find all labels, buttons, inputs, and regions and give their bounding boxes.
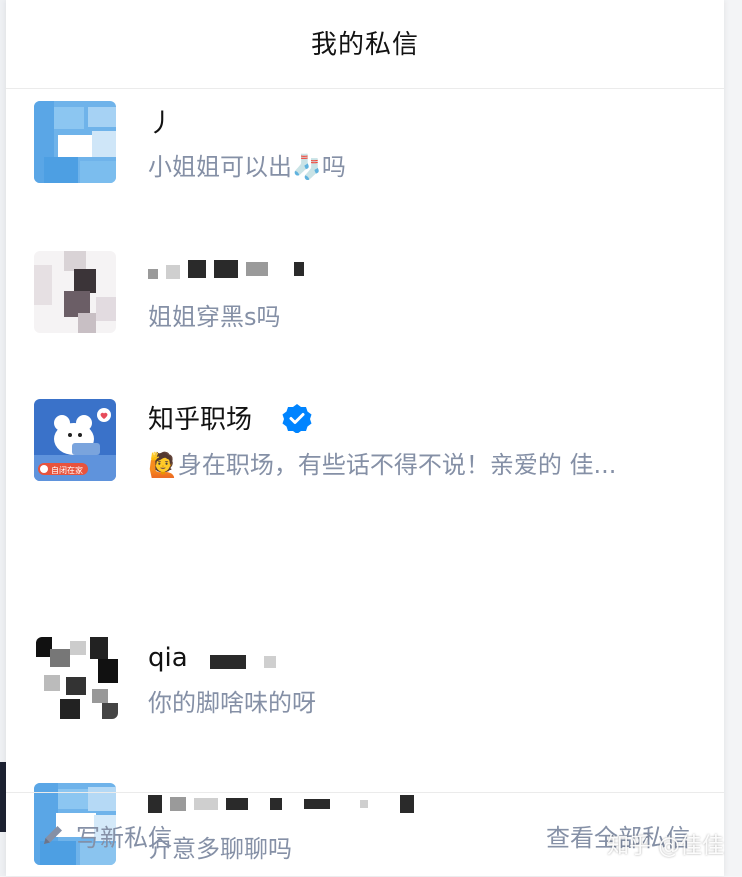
message-preview: 小姐姐可以出🧦吗 bbox=[148, 153, 346, 181]
avatar[interactable] bbox=[34, 251, 116, 333]
messages-popup: 我的私信 丿 小姐姐可以出🧦吗 姐姐穿黑s吗 自闭在家 知乎职场 🙋身在职场，有… bbox=[6, 0, 724, 876]
blurred-avatar-icon bbox=[34, 251, 116, 333]
blurred-sender-name bbox=[148, 259, 304, 279]
pencil-icon bbox=[44, 826, 62, 844]
zhihu-career-avatar[interactable]: 自闭在家 bbox=[34, 399, 116, 481]
message-item[interactable]: 姐姐穿黑s吗 bbox=[6, 239, 724, 369]
avatar[interactable] bbox=[34, 101, 116, 183]
message-preview: 姐姐穿黑s吗 bbox=[148, 303, 281, 331]
watermark: 知乎 @佳佳 bbox=[607, 834, 724, 859]
avatar-badge-text: 自闭在家 bbox=[51, 465, 83, 475]
compose-message-label: 写新私信 bbox=[76, 823, 172, 852]
sender-name: 知乎职场 bbox=[148, 405, 253, 435]
blurred-sender-name-suffix bbox=[210, 655, 276, 669]
message-item[interactable]: qia 你的脚啥味的呀 bbox=[6, 535, 724, 719]
sender-name: qia bbox=[148, 643, 188, 673]
cartoon-bear-icon: 自闭在家 bbox=[34, 399, 116, 481]
message-item[interactable]: 丿 小姐姐可以出🧦吗 bbox=[6, 89, 724, 219]
verified-badge-icon bbox=[282, 404, 312, 433]
message-preview: 🙋身在职场，有些话不得不说！亲爱的 佳... bbox=[148, 451, 617, 479]
popup-title: 我的私信 bbox=[310, 29, 419, 60]
compose-message-button[interactable]: 写新私信 bbox=[40, 818, 172, 853]
blurred-avatar-icon bbox=[34, 101, 116, 183]
sender-name: 丿 bbox=[148, 109, 175, 139]
popup-header: 我的私信 bbox=[6, 0, 724, 89]
background-right-edge bbox=[724, 0, 742, 876]
message-item[interactable]: 自闭在家 知乎职场 🙋身在职场，有些话不得不说！亲爱的 佳... bbox=[6, 387, 724, 517]
